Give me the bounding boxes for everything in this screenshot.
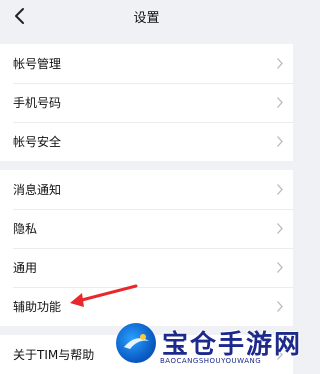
- settings-item-general[interactable]: 通用: [0, 248, 293, 287]
- settings-item-account-security[interactable]: 帐号安全: [0, 122, 293, 161]
- settings-item-message-notifications[interactable]: 消息通知: [0, 170, 293, 209]
- chevron-right-icon: [277, 262, 283, 273]
- account-settings-group: 帐号管理 手机号码 帐号安全: [0, 44, 293, 161]
- settings-item-account-management[interactable]: 帐号管理: [0, 44, 293, 83]
- general-settings-group: 消息通知 隐私 通用 辅助功能: [0, 170, 293, 326]
- settings-item-accessibility[interactable]: 辅助功能: [0, 287, 293, 326]
- settings-item-label: 通用: [13, 261, 38, 275]
- settings-item-label: 辅助功能: [13, 300, 62, 314]
- settings-item-label: 隐私: [13, 222, 38, 236]
- watermark-subtext: BAOCANGSHOUYOUWANG: [160, 357, 262, 365]
- chevron-right-icon: [277, 136, 283, 147]
- chevron-right-icon: [277, 97, 283, 108]
- settings-item-label: 手机号码: [13, 96, 62, 110]
- watermark-logo: 宝仓手游网 BAOCANGSHOUYOUWANG: [114, 322, 300, 372]
- settings-item-label: 帐号管理: [13, 57, 62, 71]
- watermark-emblem-icon: [116, 323, 156, 363]
- settings-item-privacy[interactable]: 隐私: [0, 209, 293, 248]
- settings-item-label: 消息通知: [13, 183, 62, 197]
- chevron-right-icon: [277, 58, 283, 69]
- settings-item-phone-number[interactable]: 手机号码: [0, 83, 293, 122]
- chevron-right-icon: [277, 223, 283, 234]
- chevron-right-icon: [277, 301, 283, 312]
- chevron-right-icon: [277, 184, 283, 195]
- watermark-text: 宝仓手游网: [162, 330, 303, 360]
- settings-item-label: 帐号安全: [13, 135, 62, 149]
- page-title: 设置: [133, 11, 160, 26]
- top-navigation-bar: 设置: [0, 0, 293, 36]
